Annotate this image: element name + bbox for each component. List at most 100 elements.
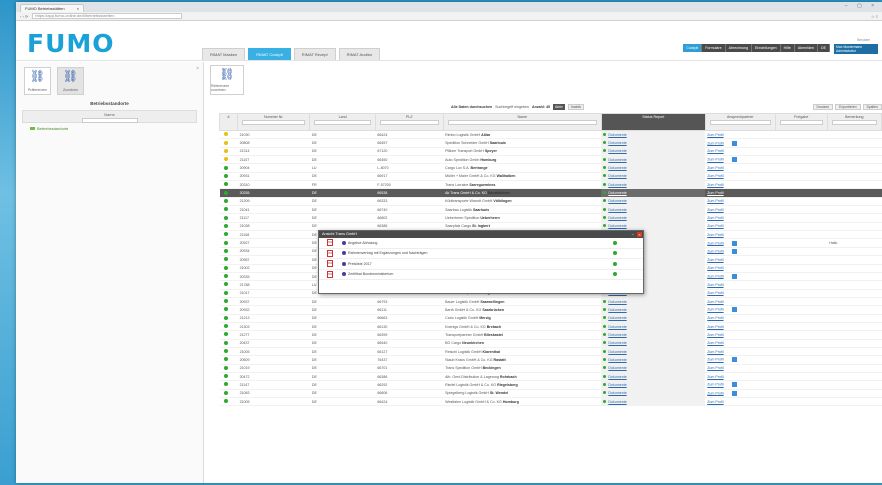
table-row[interactable]: 21005 DE 66424 Westfalen Logistik GmbH & Co… <box>219 397 882 407</box>
report-link[interactable]: Dokumente <box>608 391 626 395</box>
report-link[interactable]: Dokumente <box>608 149 626 153</box>
profile-link[interactable]: Zum Profil <box>707 233 723 237</box>
popup-document-row[interactable]: PDF Preisliste 2017 <box>319 259 643 270</box>
profile-link[interactable]: Zum Profil <box>707 283 723 287</box>
checkbox-icon[interactable] <box>731 274 737 280</box>
table-row[interactable]: 20472 DE 66386 Alb. Gerd Distribution & Lag… <box>219 372 882 382</box>
profile-link[interactable]: Zum Profil <box>707 141 723 145</box>
profile-link[interactable]: Zum Profil <box>707 208 723 212</box>
profile-link[interactable]: Zum Profil <box>707 308 723 312</box>
popup-document-row[interactable]: PDF Angebot Abholung <box>319 238 643 249</box>
table-row[interactable]: 20609 DE 76437 Staub Kraus GmbH & Co. KG Ra… <box>219 355 882 365</box>
report-link[interactable]: Dokumente <box>608 224 626 228</box>
profile-link[interactable]: Zum Profil <box>707 241 723 245</box>
column-filter-input[interactable] <box>709 120 771 125</box>
profile-link[interactable]: Zum Profil <box>707 158 723 162</box>
table-row[interactable]: 20932 DE 66111 Barth GmbH & Co. KG Saarbrüc… <box>219 305 882 315</box>
top-nav-item[interactable]: Abrechnung <box>725 44 753 52</box>
window-controls[interactable]: – ▢ × <box>845 3 878 9</box>
report-link[interactable]: Dokumente <box>608 325 626 329</box>
column-header[interactable]: Nummer Nr. <box>237 113 311 131</box>
profile-link[interactable]: Zum Profil <box>707 249 723 253</box>
table-row[interactable]: 21117 DE 66802 Ueberherrn Spedition Ueberhe… <box>219 213 882 223</box>
profile-link[interactable]: Zum Profil <box>707 341 723 345</box>
report-link[interactable]: Dokumente <box>608 350 626 354</box>
table-row[interactable]: 20937 DE 66793 Bauer Logistik GmbH Saarwell… <box>219 297 882 307</box>
report-link[interactable]: Dokumente <box>608 191 626 195</box>
table-row[interactable]: 21209 DE 66333 Kühltransporte Warndt GmbH V… <box>219 197 882 207</box>
profile-link[interactable]: Zum Profil <box>707 383 723 387</box>
checkbox-icon[interactable] <box>731 382 737 388</box>
checkbox-icon[interactable] <box>731 357 737 363</box>
table-row[interactable]: 21005 DE 66127 Reischl Logistik GmbH Klaren… <box>219 347 882 357</box>
tool-button[interactable]: Spalten <box>862 104 882 110</box>
table-row[interactable]: 21019 DE 66701 Trans Spedition GmbH Becking… <box>219 364 882 373</box>
column-header[interactable]: Ansprechpartner <box>704 113 776 131</box>
table-row[interactable]: 20904 LU L-8070 Cargo Lux S.A. Bertrange Dok… <box>219 163 882 173</box>
profile-link[interactable]: Zum Profil <box>707 224 723 228</box>
top-nav-item[interactable]: DE <box>818 44 830 52</box>
column-filter-input[interactable] <box>242 120 306 125</box>
report-link[interactable]: Dokumente <box>608 208 626 212</box>
browser-tab[interactable]: FUMO Betriebsstätten × <box>20 4 84 12</box>
column-filter-input[interactable] <box>447 120 597 125</box>
report-link[interactable]: Dokumente <box>608 316 626 320</box>
module-tab[interactable]: RIMAT Cockpit <box>248 48 291 60</box>
report-link[interactable]: Dokumente <box>608 183 626 187</box>
profile-link[interactable]: Zum Profil <box>707 358 723 362</box>
document-name[interactable]: Zertifikat Bundesministerium <box>348 272 613 276</box>
report-link[interactable]: Dokumente <box>608 174 626 178</box>
report-link[interactable]: Dokumente <box>608 158 626 162</box>
column-header[interactable]: Bemerkung <box>826 113 882 131</box>
column-header[interactable]: Name <box>442 113 602 131</box>
table-row[interactable]: 21107 DE 66450 Auto Spedition Gmbh Homburg D… <box>219 155 882 165</box>
table-row[interactable]: 20808 DE 66457 Spedition Schneider GmbH Saa… <box>219 138 882 148</box>
checkbox-icon[interactable] <box>731 140 737 146</box>
report-link[interactable]: Dokumente <box>608 400 626 404</box>
inactive-chip[interactable]: Inaktiv <box>567 104 585 110</box>
report-link[interactable]: Dokumente <box>608 133 626 137</box>
search-input[interactable]: Suchbegriff eingeben <box>495 105 529 109</box>
table-row[interactable]: 21314 DE 67120 Pfälzer Transport GmbH Speye… <box>219 147 882 157</box>
report-link[interactable]: Dokumente <box>608 333 626 337</box>
profile-link[interactable]: Zum Profil <box>707 325 723 329</box>
column-filter-input[interactable] <box>779 120 823 125</box>
browser-menu-icon[interactable]: ☆ ≡ <box>871 14 878 19</box>
profile-link[interactable]: Zum Profil <box>707 216 723 220</box>
popup-document-row[interactable]: PDF Zertifikat Bundesministerium <box>319 270 643 280</box>
report-link[interactable]: Dokumente <box>608 141 626 145</box>
checkbox-icon[interactable] <box>731 248 737 254</box>
profile-link[interactable]: Zum Profil <box>707 258 723 262</box>
name-filter-input[interactable] <box>81 118 138 123</box>
profile-link[interactable]: Zum Profil <box>707 166 723 170</box>
column-header[interactable]: Freigabe <box>774 113 828 131</box>
popup-document-row[interactable]: PDF Rahmenvertrag mit Ergänzungen und Nac… <box>319 249 643 259</box>
left-tool-button[interactable]: ⛓ Präferenzen <box>24 67 51 95</box>
document-name[interactable]: Preisliste 2017 <box>348 262 613 266</box>
document-name[interactable]: Angebot Abholung <box>348 241 613 245</box>
url-field[interactable]: https://app.fumo-online.de/#/betriebssta… <box>32 13 183 19</box>
profile-link[interactable]: Zum Profil <box>707 174 723 178</box>
profile-link[interactable]: Zum Profil <box>707 199 723 203</box>
profile-link[interactable]: Zum Profil <box>707 300 723 304</box>
table-row[interactable]: 20310 FR F-57200 Trans Lorraine Sarreguemin… <box>219 180 882 190</box>
assign-references-button[interactable]: ⛓ Referenzen zuordnen <box>210 65 244 95</box>
profile-link[interactable]: Zum Profil <box>707 400 723 404</box>
column-header[interactable]: # <box>218 113 239 131</box>
report-link[interactable]: Dokumente <box>608 166 626 170</box>
table-row[interactable]: 20437 DE 66540 BG Cargo Neunkirchen Dokument… <box>219 339 882 348</box>
active-chip[interactable]: Aktiv <box>553 104 565 110</box>
left-tool-button[interactable]: ⛓ Zuordnen <box>57 67 84 95</box>
table-row[interactable]: 21030 DE 66424 Rimbo Logistik GmbH Aßlar Dok… <box>219 130 882 140</box>
profile-link[interactable]: Zum Profil <box>707 183 723 187</box>
minimize-icon[interactable]: – <box>632 231 634 236</box>
profile-link[interactable]: Zum Profil <box>707 366 723 370</box>
table-row[interactable]: 21083 DE 66606 Spiegelberg Logistik GmbH St… <box>219 389 882 399</box>
profile-link[interactable]: Zum Profil <box>707 274 723 278</box>
tool-button[interactable]: Exportieren <box>835 104 861 110</box>
report-link[interactable]: Dokumente <box>608 308 626 312</box>
table-row[interactable]: 21147 DE 66292 Riedel Logistik GmbH & Co. K… <box>219 380 882 390</box>
report-link[interactable]: Dokumente <box>608 383 626 387</box>
column-filter-input[interactable] <box>831 120 877 125</box>
checkbox-icon[interactable] <box>731 157 737 163</box>
